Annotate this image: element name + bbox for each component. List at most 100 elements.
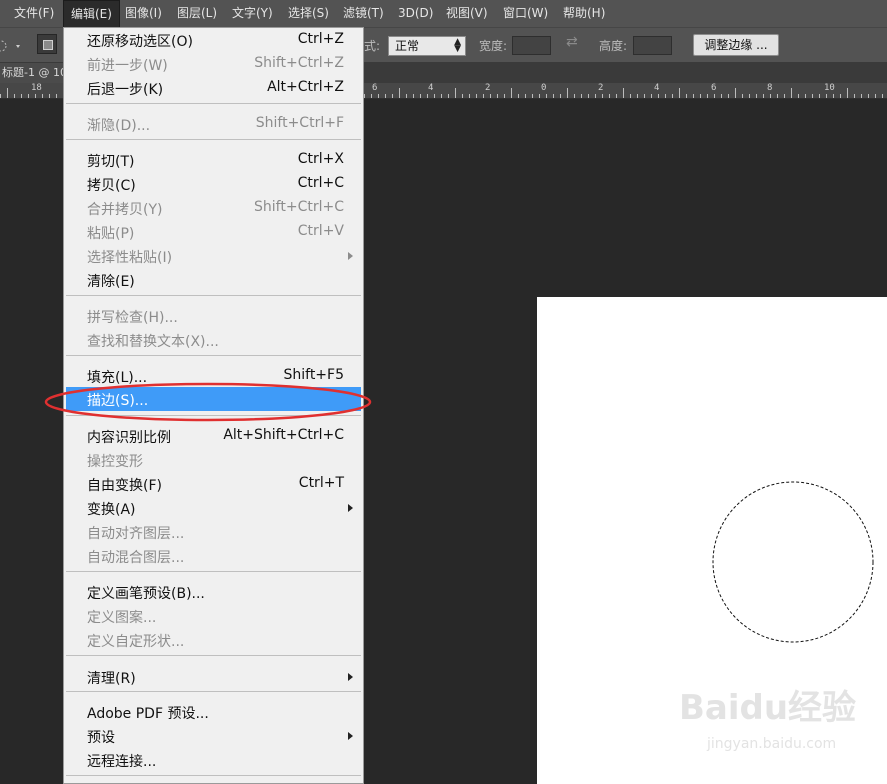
ruler-tick [56, 94, 57, 98]
menu-item-auto-align-layers[interactable]: 自动对齐图层... [66, 520, 361, 544]
menu-item-remote-connections[interactable]: 远程连接... [66, 748, 361, 772]
menu-view[interactable]: 视图(V) [439, 0, 495, 27]
ruler-tick [826, 94, 827, 98]
menu-item-transform[interactable]: 变换(A) [66, 496, 361, 520]
menu-item-define-custom-shape[interactable]: 定义自定形状... [66, 628, 361, 652]
height-input[interactable] [633, 36, 672, 55]
menu-select[interactable]: 选择(S) [281, 0, 336, 27]
menubar: 文件(F) 编辑(E) 图像(I) 图层(L) 文字(Y) 选择(S) 滤镜(T… [0, 0, 887, 27]
menu-item-undo[interactable]: 还原移动选区(O) Ctrl+Z [66, 28, 361, 52]
watermark-url: jingyan.baidu.com [707, 736, 837, 752]
menu-help[interactable]: 帮助(H) [556, 0, 612, 27]
menu-item-puppet-warp[interactable]: 操控变形 [66, 448, 361, 472]
ruler-tick [819, 94, 820, 98]
ruler-tick [28, 94, 29, 98]
menu-item-fill[interactable]: 填充(L)... Shift+F5 [66, 364, 361, 388]
menu-type[interactable]: 文字(Y) [225, 0, 280, 27]
ruler-tick [637, 94, 638, 98]
menu-item-auto-blend-layers[interactable]: 自动混合图层... [66, 544, 361, 568]
new-selection-icon[interactable] [37, 34, 57, 54]
ruler-tick [14, 94, 15, 98]
ruler-tick [385, 94, 386, 98]
ruler-tick [7, 88, 8, 98]
ruler-tick [854, 94, 855, 98]
menu-item-spell-check[interactable]: 拼写检查(H)... [66, 304, 361, 328]
ruler-tick [721, 94, 722, 98]
menu-window[interactable]: 窗口(W) [496, 0, 555, 27]
ruler-tick [609, 94, 610, 98]
menu-edit[interactable]: 编辑(E) [63, 0, 120, 27]
menu-filter[interactable]: 滤镜(T) [336, 0, 391, 27]
ruler-tick [469, 94, 470, 98]
ruler-tick [588, 94, 589, 98]
menu-item-copy[interactable]: 拷贝(C) Ctrl+C [66, 172, 361, 196]
ruler-tick [490, 94, 491, 98]
ruler-tick [742, 94, 743, 98]
ruler-tick [644, 94, 645, 98]
menu-item-step-backward[interactable]: 后退一步(K) Alt+Ctrl+Z [66, 76, 361, 100]
menu-separator [66, 571, 361, 572]
ruler-number: 0 [541, 83, 547, 93]
swap-icon[interactable]: ⇄ [566, 34, 578, 50]
menu-item-define-brush-preset[interactable]: 定义画笔预设(B)... [66, 580, 361, 604]
menu-layer[interactable]: 图层(L) [170, 0, 224, 27]
ruler-tick [378, 94, 379, 98]
menu-3d[interactable]: 3D(D) [391, 0, 440, 27]
ruler-tick [756, 94, 757, 98]
ruler-tick [420, 94, 421, 98]
ruler-tick [427, 94, 428, 98]
menu-separator [66, 415, 361, 416]
ruler-tick [630, 94, 631, 98]
watermark: Baidu经验 jingyan.baidu.com [675, 680, 875, 776]
menu-item-paste[interactable]: 粘贴(P) Ctrl+V [66, 220, 361, 244]
style-select[interactable]: 正常 ▲ ▼ [388, 36, 466, 56]
ruler-number: 8 [767, 83, 773, 93]
menu-item-purge[interactable]: 清理(R) [66, 665, 361, 689]
menu-item-clear[interactable]: 清除(E) [66, 268, 361, 292]
ruler-tick [455, 88, 456, 98]
menu-item-presets[interactable]: 预设 [66, 724, 361, 748]
height-label: 高度: [599, 39, 628, 53]
ruler-tick [539, 94, 540, 98]
menu-item-adobe-pdf-presets[interactable]: Adobe PDF 预设... [66, 700, 361, 724]
ruler-tick [833, 94, 834, 98]
menu-separator [66, 295, 361, 296]
ruler-tick [560, 94, 561, 98]
tool-preset-icon[interactable] [0, 38, 26, 54]
ruler-tick [861, 94, 862, 98]
menu-separator [66, 103, 361, 104]
menu-file[interactable]: 文件(F) [7, 0, 61, 27]
ruler-tick [714, 94, 715, 98]
ruler-tick [749, 94, 750, 98]
menu-image[interactable]: 图像(I) [118, 0, 169, 27]
ruler-tick [651, 94, 652, 98]
document-tab[interactable]: 标题-1 @ 100 [0, 63, 72, 83]
ruler-tick [42, 94, 43, 98]
menu-item-paste-special[interactable]: 选择性粘贴(I) [66, 244, 361, 268]
ruler-tick [658, 94, 659, 98]
menu-item-copy-merged[interactable]: 合并拷贝(Y) Shift+Ctrl+C [66, 196, 361, 220]
menu-item-cut[interactable]: 剪切(T) Ctrl+X [66, 148, 361, 172]
menu-item-step-forward[interactable]: 前进一步(W) Shift+Ctrl+Z [66, 52, 361, 76]
menu-item-find-replace[interactable]: 查找和替换文本(X)... [66, 328, 361, 352]
ruler-tick [448, 94, 449, 98]
menu-item-stroke[interactable]: 描边(S)... [66, 387, 361, 411]
ruler-tick [413, 94, 414, 98]
refine-edge-button[interactable]: 调整边缘 ... [693, 34, 779, 56]
ruler-number: 2 [598, 83, 604, 93]
ruler-number: 6 [711, 83, 717, 93]
width-input[interactable] [512, 36, 551, 55]
ruler-tick [567, 88, 568, 98]
ruler-tick [812, 94, 813, 98]
ruler-tick [532, 94, 533, 98]
menu-item-define-pattern[interactable]: 定义图案... [66, 604, 361, 628]
ruler-number: 6 [372, 83, 378, 93]
ruler-number: 4 [654, 83, 660, 93]
menu-item-free-transform[interactable]: 自由变换(F) Ctrl+T [66, 472, 361, 496]
style-label: 式: [364, 39, 381, 53]
menu-separator [66, 655, 361, 656]
menu-item-fade[interactable]: 渐隐(D)... Shift+Ctrl+F [66, 112, 361, 136]
ruler-tick [763, 94, 764, 98]
ruler-tick [770, 94, 771, 98]
menu-item-content-aware-scale[interactable]: 内容识别比例 Alt+Shift+Ctrl+C [66, 424, 361, 448]
